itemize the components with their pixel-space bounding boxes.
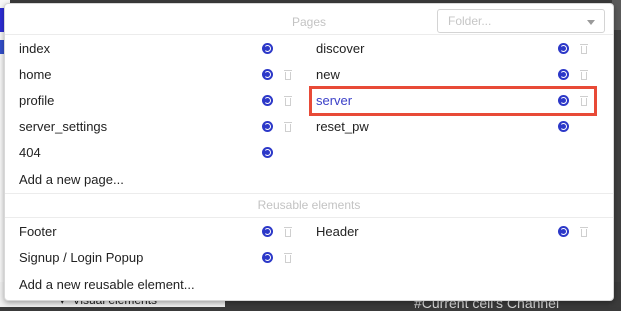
convert-cycle-icon[interactable]: [262, 147, 273, 158]
page-item-server-settings[interactable]: server_settings: [19, 117, 292, 137]
page-item-label: home: [19, 67, 52, 82]
reusable-divider-top: [5, 193, 613, 194]
reusable-item-header[interactable]: Header: [316, 222, 596, 242]
convert-cycle-icon[interactable]: [558, 226, 569, 237]
page-item-label: server_settings: [19, 119, 108, 134]
page-item-new[interactable]: new: [316, 65, 596, 85]
folder-select[interactable]: Folder...: [437, 9, 605, 33]
page-item-home[interactable]: home: [19, 65, 292, 85]
reusable-divider: [5, 217, 613, 218]
convert-cycle-icon[interactable]: [262, 121, 273, 132]
page-item-label: discover: [316, 41, 365, 56]
page-item-index[interactable]: index: [19, 39, 289, 59]
add-new-page-link[interactable]: Add a new page...: [19, 172, 124, 187]
convert-cycle-icon[interactable]: [262, 69, 273, 80]
reusable-section-title: Reusable elements: [257, 198, 361, 212]
trash-icon[interactable]: [284, 70, 292, 80]
trash-icon[interactable]: [284, 227, 292, 237]
reusable-item-signup-login-popup[interactable]: Signup / Login Popup: [19, 248, 292, 268]
trash-icon[interactable]: [580, 44, 588, 54]
trash-icon[interactable]: [284, 96, 292, 106]
page-item-label: 404: [19, 145, 41, 160]
convert-cycle-icon[interactable]: [558, 69, 569, 80]
page-item-404[interactable]: 404: [19, 143, 289, 163]
reusable-item-footer[interactable]: Footer: [19, 222, 292, 242]
trash-icon[interactable]: [284, 122, 292, 132]
add-new-reusable-element-link[interactable]: Add a new reusable element...: [19, 277, 195, 292]
page-item-label: new: [316, 67, 340, 82]
trash-icon[interactable]: [580, 70, 588, 80]
page-item-label: index: [19, 41, 51, 56]
convert-cycle-icon[interactable]: [558, 43, 569, 54]
convert-cycle-icon[interactable]: [262, 95, 273, 106]
folder-select-placeholder: Folder...: [448, 14, 492, 28]
convert-cycle-icon[interactable]: [558, 121, 569, 132]
reusable-item-label: Signup / Login Popup: [19, 250, 144, 265]
pages-divider: [5, 34, 613, 35]
page-item-discover[interactable]: discover: [316, 39, 596, 59]
page-item-label: reset_pw: [316, 119, 369, 134]
page-picker-popup: Pages Folder... index home profile serve…: [4, 3, 614, 301]
convert-cycle-icon[interactable]: [262, 226, 273, 237]
trash-icon[interactable]: [284, 253, 292, 263]
page-item-profile[interactable]: profile: [19, 91, 292, 111]
convert-cycle-icon[interactable]: [262, 252, 273, 263]
convert-cycle-icon[interactable]: [262, 43, 273, 54]
page-item-label: profile: [19, 93, 55, 108]
selection-highlight-box: [309, 86, 597, 116]
trash-icon[interactable]: [580, 227, 588, 237]
reusable-item-label: Footer: [19, 224, 57, 239]
page-item-reset-pw[interactable]: reset_pw: [316, 117, 596, 137]
chevron-down-icon: [587, 20, 595, 25]
reusable-item-label: Header: [316, 224, 359, 239]
